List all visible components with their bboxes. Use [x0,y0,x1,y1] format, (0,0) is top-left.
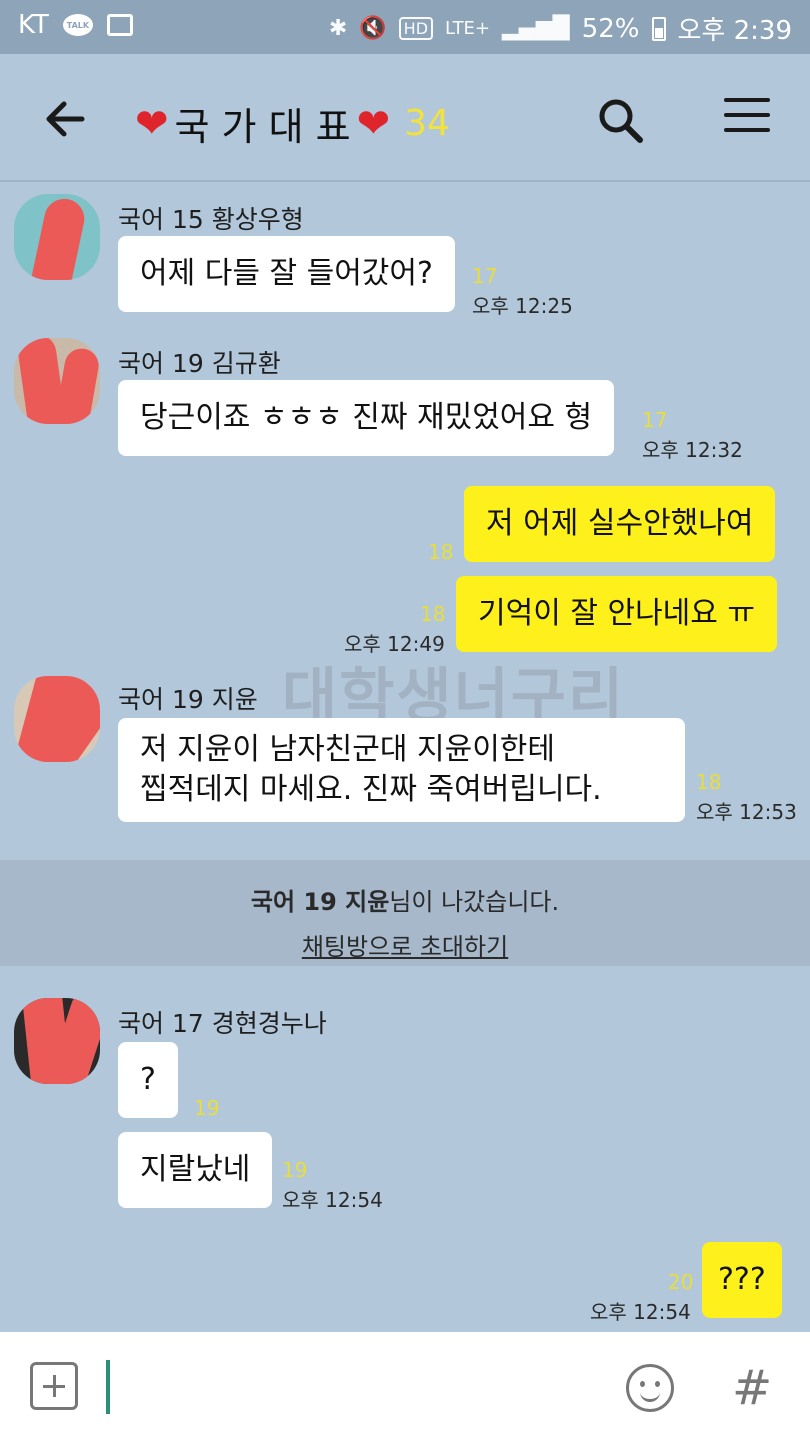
search-icon [599,99,643,143]
message-bubble[interactable]: 어제 다들 잘 들어갔어? [118,236,455,312]
system-notice: 국어 19 지윤님이 나갔습니다. 채팅방으로 초대하기 [0,860,810,966]
left-notice-text: 님이 나갔습니다. [389,888,560,916]
message-time: 오후 12:25 [472,294,573,318]
signal-icon: ▂▄▆█ [502,16,570,41]
message-bubble[interactable]: 지랄났네 [118,1132,273,1208]
unread-count: 20 [668,1270,694,1294]
heart-icon: ❤ [356,100,391,147]
message-line: 저 지윤이 남자친군대 지윤이한테 [140,732,556,767]
message-line: 찝적데지 마세요. 진짜 죽여버립니다. [140,772,602,807]
member-count: 34 [404,103,450,144]
emoticon-icon[interactable] [626,1364,674,1412]
sender-name: 국어 17 경현경누나 [118,1009,327,1038]
unread-count: 17 [642,408,668,432]
unread-count: 18 [696,770,722,794]
text-cursor [106,1360,110,1414]
plus-icon[interactable] [30,1362,78,1410]
gallery-icon [106,14,133,36]
hashtag-icon[interactable]: # [732,1360,772,1416]
clock: 오후 2:39 [677,16,793,46]
message-time: 오후 12:49 [344,632,445,656]
message-input[interactable] [100,1356,590,1416]
avatar[interactable] [14,194,100,280]
message-time: 오후 12:54 [590,1300,691,1324]
back-button[interactable] [40,94,90,144]
sender-name: 국어 15 황상우형 [118,205,304,234]
battery-percent: 52% [581,13,640,44]
unread-count: 18 [428,540,454,564]
input-bar: # [0,1332,810,1440]
avatar[interactable] [14,338,100,424]
invite-link[interactable]: 채팅방으로 초대하기 [302,927,508,962]
chat-title: ❤ 국 가 대 표 ❤ 34 [135,96,450,151]
sender-name: 국어 19 김규환 [118,349,281,378]
menu-button[interactable] [724,98,770,138]
unread-count: 19 [282,1158,308,1182]
unread-count: 18 [420,602,446,626]
message-time: 오후 12:54 [282,1188,383,1212]
chat-area[interactable]: 대학생너구리 국어 15 황상우형 어제 다들 잘 들어갔어? 17 오후 12… [0,182,810,1332]
heart-icon: ❤ [135,100,169,147]
hamburger-icon [724,98,770,102]
my-message-bubble[interactable]: 저 어제 실수안했나여 [464,486,776,562]
hd-icon: HD [398,17,434,40]
my-message-bubble[interactable]: 기억이 잘 안나네요 ㅠ [456,576,778,652]
message-bubble[interactable]: 당근이죠 ㅎㅎㅎ 진짜 재밌었어요 형 [118,380,615,456]
avatar[interactable] [14,676,100,762]
message-bubble[interactable]: ? [118,1042,178,1118]
my-message-bubble[interactable]: ??? [702,1242,782,1318]
unread-count: 17 [472,264,498,288]
unread-count: 19 [194,1096,220,1120]
status-bar: KT TALK ✱ 🔇 HD LTE+ ▂▄▆█ 52% 오후 2:39 [0,0,810,54]
bluetooth-icon: ✱ [328,16,348,41]
left-user-name: 국어 19 지윤 [250,888,390,916]
network-type: LTE+ [445,18,491,39]
talk-icon: TALK [62,14,93,36]
battery-icon [651,16,666,41]
carrier-label: KT [18,10,49,40]
chat-header: ❤ 국 가 대 표 ❤ 34 [0,54,810,182]
room-name: 국 가 대 표 [174,105,351,149]
mute-icon: 🔇 [359,16,387,41]
back-arrow-icon [46,101,85,137]
message-time: 오후 12:32 [642,438,743,462]
message-time: 오후 12:53 [696,800,797,824]
sender-name: 국어 19 지윤 [118,685,258,714]
search-button[interactable] [596,96,646,146]
message-bubble[interactable]: 저 지윤이 남자친군대 지윤이한테 찝적데지 마세요. 진짜 죽여버립니다. [118,718,685,822]
avatar[interactable] [14,998,100,1084]
